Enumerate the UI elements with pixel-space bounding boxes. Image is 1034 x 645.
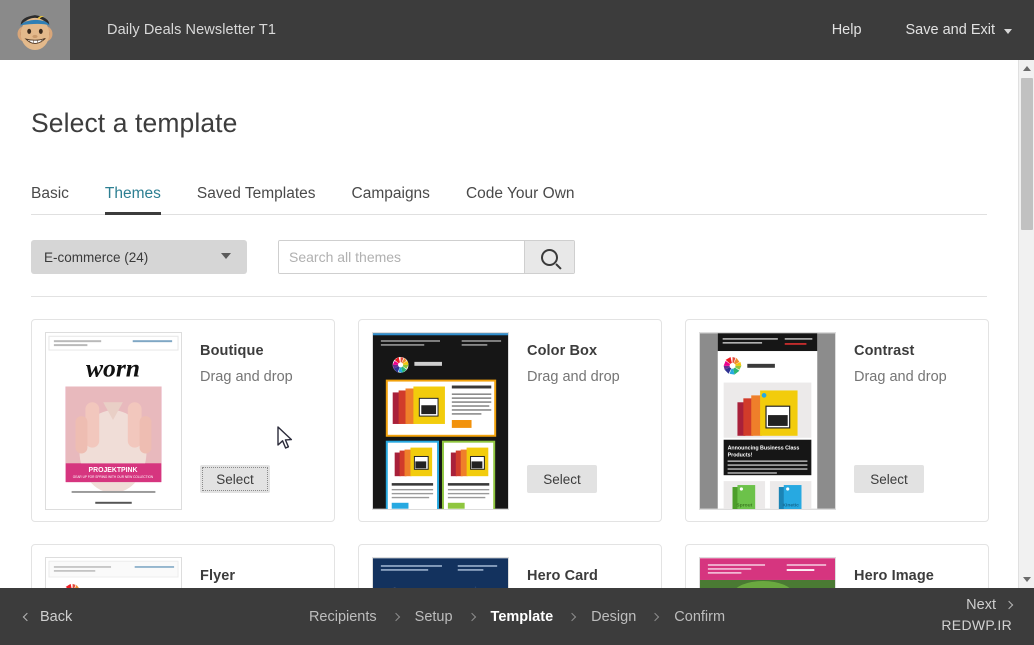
category-dropdown-value: E-commerce (24): [44, 249, 149, 265]
template-type: Drag and drop: [527, 369, 620, 385]
tab-code-your-own[interactable]: Code Your Own: [466, 185, 575, 215]
template-name: Color Box: [527, 343, 598, 359]
tab-themes[interactable]: Themes: [104, 185, 161, 215]
template-card[interactable]: Color Box Drag and drop Select: [358, 319, 662, 522]
template-card-info: Contrast Drag and drop Select: [836, 332, 988, 521]
step-design[interactable]: Design: [591, 609, 636, 625]
svg-text:PROJEKTPINK: PROJEKTPINK: [89, 467, 138, 474]
template-grid: worn PROJEKTPINK GEAR UP FOR SPRING WITH…: [31, 319, 989, 588]
section-divider: [31, 296, 987, 297]
search-button[interactable]: [524, 241, 574, 273]
page-title: Select a template: [31, 108, 238, 138]
next-area: Next REDWP.IR: [941, 597, 1014, 633]
step-setup[interactable]: Setup: [415, 609, 453, 625]
campaign-title: Daily Deals Newsletter T1: [107, 22, 277, 38]
template-card[interactable]: Announcing Business Class Products! Spro…: [685, 319, 989, 522]
svg-text:Kinetic: Kinetic: [782, 503, 799, 509]
svg-text:Announcing Business Class: Announcing Business Class: [728, 446, 800, 452]
chevron-right-icon: [1004, 600, 1014, 610]
template-name: Contrast: [854, 343, 915, 359]
template-thumbnail: [699, 557, 836, 588]
contrast-preview-icon: Announcing Business Class Products! Spro…: [700, 333, 835, 509]
template-thumbnail: [372, 332, 509, 510]
chevron-right-icon: [651, 612, 660, 621]
help-link[interactable]: Help: [832, 22, 862, 38]
template-type: Drag and drop: [854, 369, 947, 385]
select-template-button[interactable]: Select: [527, 465, 597, 493]
chevron-right-icon: [567, 612, 577, 621]
colorbox-preview-icon: [373, 333, 508, 509]
step-recipients[interactable]: Recipients: [309, 609, 377, 625]
tab-campaigns[interactable]: Campaigns: [352, 185, 430, 215]
select-template-button[interactable]: Select: [854, 465, 924, 493]
template-name: Flyer: [200, 568, 236, 584]
search-input[interactable]: [279, 241, 524, 273]
wizard-steps: Recipients Setup Template Design Confirm: [309, 609, 725, 625]
template-card[interactable]: worn PROJEKTPINK GEAR UP FOR SPRING WITH…: [31, 319, 335, 522]
flyer-preview-icon: [46, 558, 181, 588]
main-content-area: Select a template Basic Themes Saved Tem…: [0, 60, 1018, 588]
template-thumbnail: Announcing Business Class Products! Spro…: [699, 332, 836, 510]
template-name: Boutique: [200, 343, 264, 359]
back-button[interactable]: Back: [22, 608, 73, 625]
filter-toolbar: E-commerce (24): [31, 240, 1018, 274]
back-label: Back: [40, 608, 73, 625]
template-type: Drag and drop: [200, 369, 293, 385]
template-category-tabs: Basic Themes Saved Templates Campaigns C…: [31, 183, 987, 215]
select-template-button[interactable]: Select: [200, 465, 270, 493]
scroll-down-arrow-icon[interactable]: [1023, 577, 1031, 582]
tab-basic[interactable]: Basic: [31, 185, 69, 215]
watermark-text: REDWP.IR: [941, 617, 1012, 633]
template-card-info: Boutique Drag and drop Select: [182, 332, 334, 521]
template-name: Hero Card: [527, 568, 598, 584]
search-icon: [541, 248, 558, 266]
chevron-left-icon: [22, 612, 32, 621]
template-card-info: Flyer Drag and drop Select: [182, 557, 334, 588]
search-box: [278, 240, 575, 274]
step-confirm[interactable]: Confirm: [674, 609, 725, 625]
svg-text:worn: worn: [86, 354, 140, 383]
template-card[interactable]: Hero Card Drag and drop Select: [358, 544, 662, 588]
herocard-preview-icon: [373, 558, 508, 588]
template-card-info: Hero Card Drag and drop Select: [509, 557, 661, 588]
chevron-down-icon: [221, 253, 231, 259]
next-label: Next: [966, 597, 996, 613]
template-thumbnail: [372, 557, 509, 588]
template-card-info: Hero Image Drag and drop Select: [836, 557, 988, 588]
svg-text:Products!: Products!: [728, 452, 753, 458]
heroimage-preview-icon: [700, 558, 835, 588]
app-logo[interactable]: [0, 0, 70, 60]
next-button[interactable]: Next: [941, 597, 1014, 613]
scrollbar-thumb[interactable]: [1021, 78, 1033, 230]
category-dropdown[interactable]: E-commerce (24): [31, 240, 247, 274]
top-header-bar: Daily Deals Newsletter T1 Help Save and …: [0, 0, 1034, 60]
step-template[interactable]: Template: [491, 609, 554, 625]
template-card-info: Color Box Drag and drop Select: [509, 332, 661, 521]
chevron-right-icon: [467, 612, 476, 621]
chevron-right-icon: [391, 612, 400, 621]
template-thumbnail: worn PROJEKTPINK GEAR UP FOR SPRING WITH…: [45, 332, 182, 510]
bottom-wizard-bar: Back Recipients Setup Template Design Co…: [0, 588, 1034, 645]
chevron-down-icon: [1004, 28, 1012, 34]
save-and-exit-menu[interactable]: Save and Exit: [906, 22, 1012, 38]
boutique-preview-icon: worn PROJEKTPINK GEAR UP FOR SPRING WITH…: [46, 333, 181, 509]
template-name: Hero Image: [854, 568, 934, 584]
template-card[interactable]: Flyer Drag and drop Select: [31, 544, 335, 588]
svg-text:GEAR UP FOR SPRING WITH OUR NE: GEAR UP FOR SPRING WITH OUR NEW COLLECTI…: [73, 475, 154, 479]
vertical-scrollbar[interactable]: [1018, 60, 1034, 588]
save-and-exit-label: Save and Exit: [905, 22, 995, 38]
mailchimp-freddie-logo-icon: [17, 15, 53, 51]
template-card[interactable]: Hero Image Drag and drop Select: [685, 544, 989, 588]
header-actions: Help Save and Exit: [788, 22, 1034, 38]
scroll-up-arrow-icon[interactable]: [1023, 66, 1031, 71]
tab-saved-templates[interactable]: Saved Templates: [197, 185, 316, 215]
template-thumbnail: [45, 557, 182, 588]
svg-text:Sprout: Sprout: [736, 503, 752, 509]
